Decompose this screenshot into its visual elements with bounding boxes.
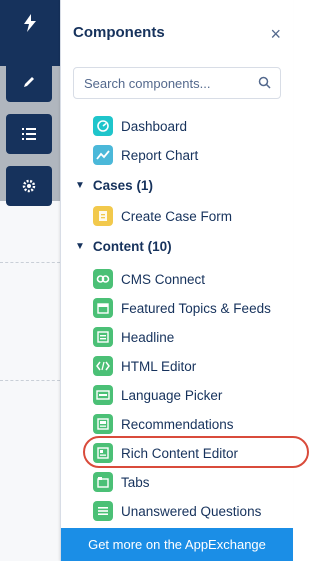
featured-topics-icon — [93, 298, 113, 318]
search-icon[interactable] — [258, 76, 271, 94]
section-content[interactable]: ▼ Content (10) — [61, 233, 293, 259]
pencil-icon[interactable] — [6, 62, 52, 102]
chevron-down-icon[interactable]: ▼ — [75, 241, 85, 252]
canvas-area — [0, 201, 60, 561]
close-icon[interactable]: × — [270, 24, 281, 45]
canvas-divider — [0, 380, 60, 381]
component-tabs[interactable]: Tabs — [61, 468, 293, 496]
search-box[interactable] — [73, 67, 281, 99]
component-label: Rich Content Editor — [121, 445, 239, 461]
chevron-down-icon[interactable]: ▼ — [75, 180, 85, 191]
section-label: Cases (1) — [92, 177, 153, 193]
builder-rail — [0, 0, 61, 561]
component-label: Recommendations — [121, 416, 234, 432]
component-html-editor[interactable]: HTML Editor — [61, 352, 293, 380]
component-unanswered-questions[interactable]: Unanswered Questions — [61, 497, 293, 525]
component-language-picker[interactable]: Language Picker — [61, 381, 293, 409]
component-create-case-form[interactable]: Create Case Form — [61, 202, 293, 230]
html-editor-icon — [93, 356, 113, 376]
language-picker-icon — [93, 385, 113, 405]
component-label: Headline — [121, 329, 175, 345]
component-cms-connect[interactable]: CMS Connect — [61, 265, 293, 293]
unanswered-questions-icon — [93, 501, 113, 521]
dashboard-icon — [93, 116, 113, 136]
report-chart-icon — [93, 145, 113, 165]
component-label: Create Case Form — [121, 208, 233, 224]
list-icon[interactable] — [6, 114, 52, 154]
component-label: HTML Editor — [121, 358, 197, 374]
component-recommendations[interactable]: Recommendations — [61, 410, 293, 438]
headline-icon — [93, 327, 113, 347]
component-headline[interactable]: Headline — [61, 323, 293, 351]
component-label: Featured Topics & Feeds — [121, 300, 271, 316]
component-dashboard[interactable]: Dashboard — [61, 112, 293, 140]
component-label: Language Picker — [121, 387, 223, 403]
cms-connect-icon — [93, 269, 113, 289]
lightning-bolt-icon[interactable] — [0, 14, 60, 37]
components-panel: Components × Dashboard Report Chart ▼ Ca… — [60, 0, 309, 561]
search-input[interactable] — [74, 68, 254, 98]
panel-title: Components — [73, 24, 165, 41]
canvas-divider — [0, 262, 60, 263]
appexchange-button[interactable]: Get more on the AppExchange — [61, 528, 293, 561]
recommendations-icon — [93, 414, 113, 434]
section-label: Content (10) — [92, 238, 172, 254]
component-report-chart[interactable]: Report Chart — [61, 141, 293, 169]
component-label: CMS Connect — [121, 271, 206, 287]
section-cases[interactable]: ▼ Cases (1) — [61, 172, 293, 198]
tabs-icon — [93, 472, 113, 492]
case-form-icon — [93, 206, 113, 226]
component-rich-content-editor[interactable]: Rich Content Editor — [61, 439, 293, 467]
component-label: Report Chart — [121, 147, 199, 163]
rich-content-editor-icon — [93, 443, 113, 463]
component-label: Tabs — [121, 474, 150, 490]
gear-icon[interactable] — [6, 166, 52, 206]
component-label: Dashboard — [121, 118, 188, 134]
component-featured-topics[interactable]: Featured Topics & Feeds — [61, 294, 293, 322]
component-label: Unanswered Questions — [121, 503, 262, 519]
